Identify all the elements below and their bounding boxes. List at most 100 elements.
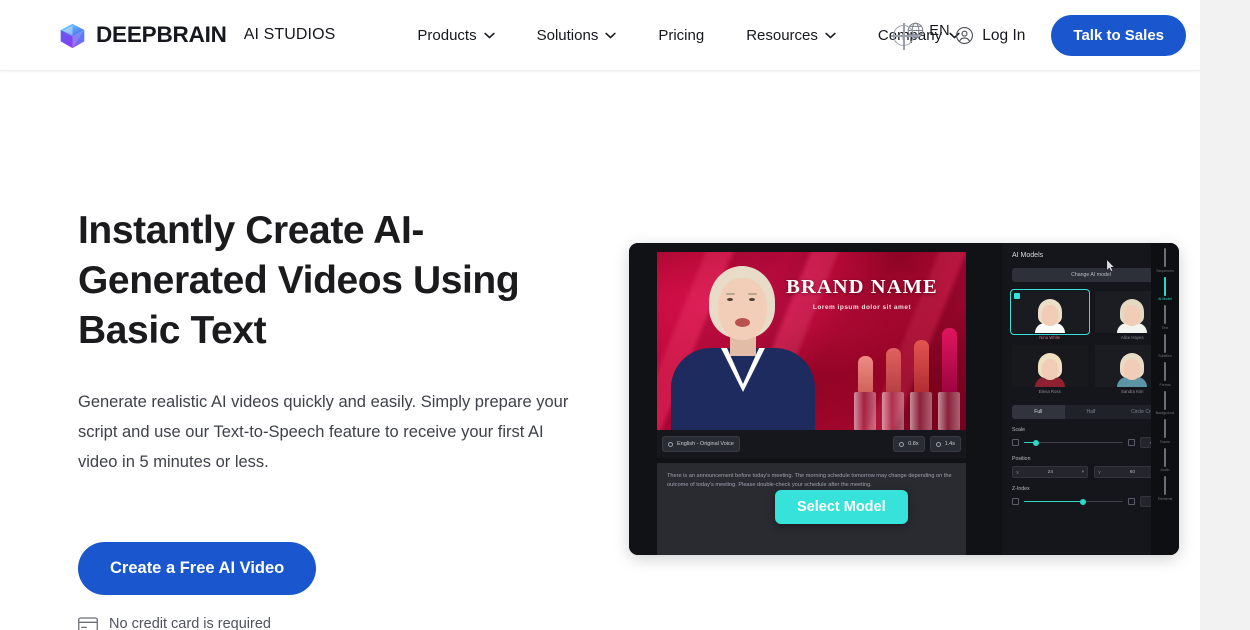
avatar-eye-right: [749, 298, 755, 301]
duration-pill[interactable]: 1.4s: [929, 436, 961, 452]
login-button[interactable]: Log In: [945, 20, 1035, 51]
video-stage-preview: BRAND NAME Lorem ipsum dolor sit amet: [657, 252, 966, 430]
header-actions: EN Log In Talk to Sales: [907, 0, 1186, 71]
slider-knob[interactable]: [1032, 439, 1039, 446]
chevron-down-icon: [825, 32, 836, 38]
rail-label-frame: Frame: [1159, 439, 1171, 444]
brand-logo-link[interactable]: DEEPBRAIN AI STUDIOS: [59, 22, 335, 49]
audio-icon: [1164, 447, 1166, 467]
stage-control-bar: English - Original Voice 0.8x 1.4s: [657, 430, 966, 458]
rail-label-format: Format: [1159, 382, 1171, 387]
position-x-field[interactable]: X 24 ▾: [1012, 466, 1088, 478]
site-header: DEEPBRAIN AI STUDIOS Products Solutions …: [0, 0, 1200, 71]
rail-item-format[interactable]: Format: [1152, 362, 1178, 387]
avatar-eye-left: [727, 298, 733, 301]
nav-label-products: Products: [417, 26, 477, 44]
speed-pill[interactable]: 0.8x: [893, 436, 925, 452]
rail-label-elements: Elements: [1157, 496, 1173, 501]
rail-item-frame[interactable]: Frame: [1152, 419, 1178, 444]
scale-control-group: Scale 44 %: [1012, 427, 1170, 448]
subtitles-icon: [1164, 333, 1166, 353]
duration-label: 1.4s: [944, 441, 955, 447]
voice-icon: [668, 441, 673, 447]
tab-full[interactable]: Full: [1012, 405, 1065, 419]
change-ai-model-button[interactable]: Change AI model: [1012, 268, 1170, 282]
avatar-mouth: [735, 318, 750, 327]
thumb-face: [1123, 359, 1141, 380]
scale-row: 44 %: [1012, 437, 1170, 448]
lipstick-item: [910, 340, 932, 430]
rail-label-text: Text: [1161, 325, 1169, 330]
create-free-ai-video-button[interactable]: Create a Free AI Video: [78, 542, 317, 595]
chevron-down-icon: [605, 32, 616, 38]
mock-cursor-icon: [1106, 259, 1115, 272]
rail-item-elements[interactable]: Elements: [1152, 476, 1178, 501]
zindex-row: 424: [1012, 496, 1170, 507]
thumb-face: [1123, 305, 1141, 326]
voice-language-pill[interactable]: English - Original Voice: [662, 436, 740, 452]
script-text: There is an announcement before today's …: [667, 473, 952, 488]
slider-knob[interactable]: [1080, 498, 1087, 505]
position-label: Position: [1012, 456, 1031, 462]
rail-item-audio[interactable]: Audio: [1152, 447, 1178, 472]
select-model-button[interactable]: Select Model: [775, 490, 908, 524]
zindex-layer-icon[interactable]: [1128, 498, 1135, 505]
brand-name: DEEPBRAIN: [96, 22, 227, 47]
elements-icon: [1164, 476, 1166, 495]
editor-tool-rail: Sequences AI Model Text Subtitles Format…: [1151, 243, 1179, 555]
ai-model-grid: Nina White Alice Hayes Elena Ross Sandra…: [1010, 289, 1170, 394]
position-x-value: 24: [1047, 469, 1054, 475]
scale-slider[interactable]: [1024, 439, 1123, 446]
lipstick-item: [854, 356, 876, 430]
speed-label: 0.8x: [908, 441, 919, 447]
nav-item-products[interactable]: Products: [396, 19, 515, 52]
tab-half[interactable]: Half: [1065, 405, 1118, 419]
position-y-axis-label: Y: [1098, 469, 1102, 475]
position-x-stepper-icon[interactable]: ▾: [1082, 469, 1084, 475]
ai-presenter-avatar: [669, 262, 817, 430]
slider-fill: [1024, 500, 1084, 503]
ai-model-icon: [1164, 276, 1166, 296]
nav-item-solutions[interactable]: Solutions: [516, 19, 638, 52]
rail-label-background: Background: [1155, 411, 1175, 415]
nav-item-pricing[interactable]: Pricing: [637, 19, 725, 52]
lock-ratio-icon[interactable]: [1128, 439, 1135, 446]
rail-label-audio: Audio: [1160, 468, 1170, 472]
credit-card-icon: [78, 616, 98, 630]
nav-item-resources[interactable]: Resources: [725, 19, 857, 52]
talk-to-sales-button[interactable]: Talk to Sales: [1051, 15, 1186, 56]
language-selector[interactable]: EN: [906, 21, 950, 40]
thumb-face: [1041, 359, 1059, 380]
background-icon: [1164, 390, 1166, 410]
ai-model-card[interactable]: Elena Ross: [1012, 345, 1088, 394]
zindex-slider[interactable]: [1024, 498, 1123, 505]
lipstick-item: [882, 348, 904, 430]
side-panel-title: AI Models: [1012, 252, 1044, 259]
ai-model-card[interactable]: Nina White: [1010, 289, 1090, 340]
ai-model-name: Elena Ross: [1038, 389, 1061, 394]
zindex-label: Z-Index: [1012, 486, 1030, 492]
rail-item-subtitles[interactable]: Subtitles: [1152, 333, 1178, 358]
rail-label-sequences: Sequences: [1156, 268, 1174, 273]
rail-item-sequences[interactable]: Sequences: [1152, 248, 1178, 273]
nav-label-solutions: Solutions: [536, 26, 599, 44]
scale-label: Scale: [1012, 427, 1025, 433]
no-credit-card-label: No credit card is required: [109, 616, 271, 630]
stage-product-lipsticks: [812, 322, 960, 430]
no-credit-card-note: No credit card is required: [78, 616, 598, 630]
chevron-down-icon: [483, 32, 495, 38]
clock-icon: [935, 441, 941, 447]
rail-item-background[interactable]: Background: [1152, 390, 1178, 415]
ai-model-thumbnail: [1012, 345, 1088, 387]
hero-copy: Instantly Create AI-Generated Videos Usi…: [78, 71, 598, 630]
position-x-axis-label: X: [1016, 469, 1020, 475]
rail-label-ai-model: AI Model: [1158, 297, 1172, 301]
avatar-brow-left: [726, 293, 735, 295]
ai-model-thumbnail: [1010, 289, 1090, 335]
zindex-icon: [1012, 498, 1019, 505]
rail-item-ai-model[interactable]: AI Model: [1152, 276, 1178, 301]
brand-suffix: AI STUDIOS: [243, 26, 336, 43]
voice-language-label: English - Original Voice: [677, 441, 734, 447]
rail-item-text[interactable]: Text: [1152, 305, 1178, 330]
user-circle-icon: [956, 27, 974, 44]
